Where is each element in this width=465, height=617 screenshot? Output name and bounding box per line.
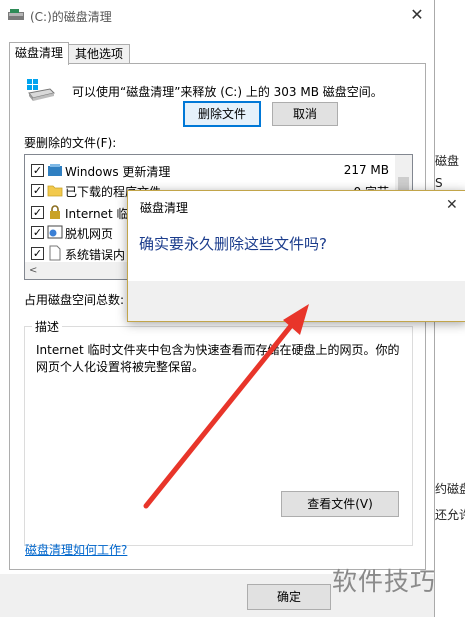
bg-fragment: 约磁盘 [435,482,465,496]
ok-button[interactable]: 确定 [247,584,331,610]
list-item[interactable]: ✓ Windows 更新清理 217 MB [25,160,395,180]
close-icon[interactable]: ✕ [400,0,434,30]
checkbox[interactable]: ✓ [31,226,44,239]
intro-text: 可以使用“磁盘清理”来释放 (C:) 上的 303 MB 磁盘空间。 [72,85,383,99]
files-to-delete-label: 要删除的文件(F): [24,136,117,150]
dialog-footer [128,281,465,321]
checkbox[interactable]: ✓ [31,164,44,177]
description-legend: 描述 [32,318,63,335]
checkbox[interactable]: ✓ [31,247,44,260]
disk-cleanup-icon [8,9,24,20]
bg-fragment: 磁盘 [435,154,460,168]
view-files-button[interactable]: 查看文件(V) [281,491,399,517]
close-icon[interactable]: ✕ [446,197,458,213]
file-name: 系统错误内 [65,248,126,262]
bg-fragment: S [435,176,443,190]
checkbox[interactable]: ✓ [31,184,44,197]
document-icon [49,245,61,261]
total-space-label: 占用磁盘空间总数: [24,293,125,307]
delete-files-button[interactable]: 删除文件 [183,101,261,127]
dialog-title: 磁盘清理 [140,201,189,215]
scroll-left-icon[interactable]: < [29,262,37,279]
file-name: 脱机网页 [65,227,114,241]
window-title: (C:)的磁盘清理 [30,10,112,24]
cancel-button[interactable]: 取消 [272,102,338,126]
checkbox[interactable]: ✓ [31,206,44,219]
title-bar: (C:)的磁盘清理 ✕ [0,0,434,32]
lock-icon [50,205,60,219]
folder-icon [47,185,63,197]
file-name: Windows 更新清理 [65,165,171,179]
watermark-text: 软件技巧 [332,567,437,596]
bg-fragment: 还允许 [435,508,465,522]
tab-more-options[interactable]: 其他选项 [68,44,130,64]
confirm-dialog: 磁盘清理 ✕ 确实要永久删除这些文件吗? [127,190,465,322]
help-link[interactable]: 磁盘清理如何工作? [25,541,127,558]
dialog-question: 确实要永久删除这些文件吗? [139,235,327,253]
file-size: 217 MB [343,163,389,177]
drive-icon [27,79,55,101]
tab-disk-cleanup[interactable]: 磁盘清理 [9,42,69,65]
windows-update-icon [48,164,62,176]
description-text: Internet 临时文件夹中包含为快速查看而存储在硬盘上的网页。你的网页个人化… [36,343,400,374]
file-name: Internet 临 [65,207,129,221]
globe-page-icon [47,225,63,239]
